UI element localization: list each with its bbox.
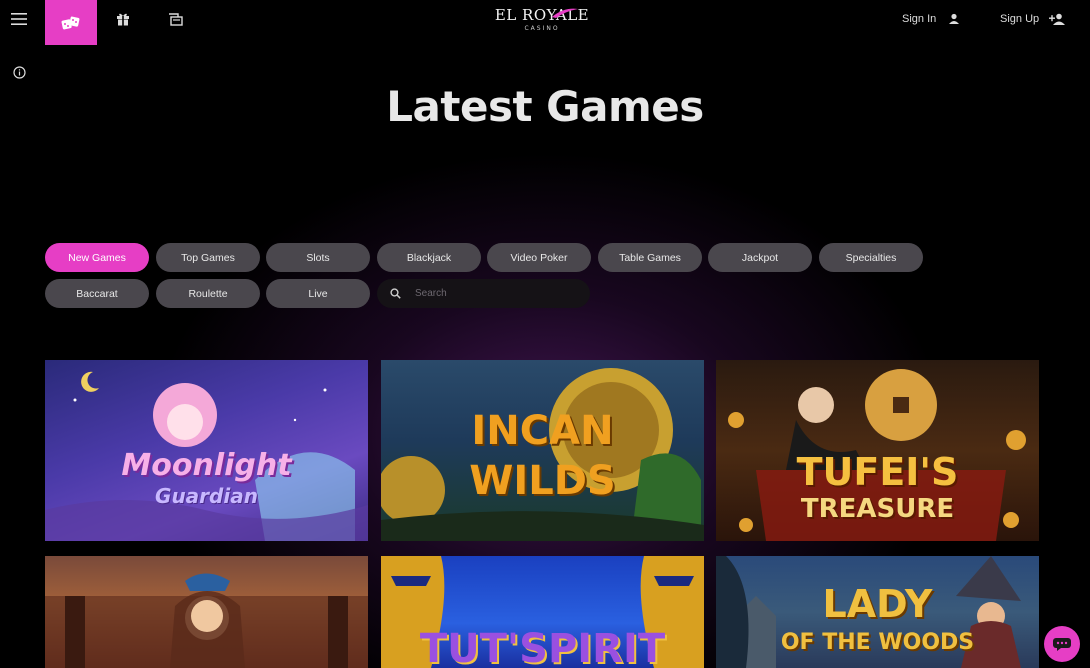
search-icon <box>390 288 401 299</box>
game-title: Moonlight <box>121 448 292 483</box>
user-icon <box>949 13 960 24</box>
game-title: TUFEI'S <box>796 450 959 494</box>
game-tile-adventurer[interactable] <box>45 556 368 668</box>
top-navigation-bar: EL ROYALE CASINO Sign In Sign Up <box>0 0 1090 45</box>
game-tile-tufeis-treasure[interactable]: TUFEI'S TREASURE <box>716 360 1039 541</box>
sign-up-label: Sign Up <box>1000 13 1040 25</box>
game-search <box>377 279 590 308</box>
game-art <box>45 573 368 668</box>
game-subtitle: OF THE WOODS <box>780 630 975 655</box>
games-button[interactable] <box>45 0 97 45</box>
promotions-gift-button[interactable] <box>108 4 138 34</box>
game-title: INCAN <box>471 408 614 454</box>
filter-live[interactable]: Live <box>266 279 370 308</box>
filter-new-games[interactable]: New Games <box>45 243 149 272</box>
game-subtitle: TREASURE <box>800 494 955 524</box>
search-input[interactable] <box>415 288 585 299</box>
promotions-button[interactable] <box>160 4 190 34</box>
page-title: Latest Games <box>386 82 704 131</box>
site-logo[interactable]: EL ROYALE CASINO <box>492 5 592 37</box>
gift-icon <box>117 13 129 26</box>
filter-video-poker[interactable]: Video Poker <box>487 243 591 272</box>
game-tile-lady-of-the-woods[interactable]: LADY OF THE WOODS <box>716 556 1039 668</box>
filter-specialties[interactable]: Specialties <box>819 243 923 272</box>
game-tile-incan-wilds[interactable]: INCAN WILDS <box>381 360 704 541</box>
game-tile-tut-spirit[interactable]: TUT'SPIRIT <box>381 556 704 668</box>
promotions-icon <box>168 12 183 26</box>
live-chat-button[interactable] <box>1044 626 1080 662</box>
filter-baccarat[interactable]: Baccarat <box>45 279 149 308</box>
sign-in-button[interactable]: Sign In <box>902 8 960 30</box>
sign-in-label: Sign In <box>902 13 937 25</box>
menu-icon <box>11 13 27 25</box>
game-tile-moonlight-guardian[interactable]: Moonlight Guardian <box>45 360 368 541</box>
chat-icon <box>1053 638 1071 651</box>
sign-up-button[interactable]: Sign Up <box>1000 8 1067 30</box>
dice-icon <box>61 16 80 29</box>
game-subtitle: WILDS <box>469 458 616 504</box>
info-button[interactable] <box>8 61 30 83</box>
game-title: LADY <box>822 582 933 626</box>
game-subtitle: Guardian <box>155 484 258 508</box>
filter-jackpot[interactable]: Jackpot <box>708 243 812 272</box>
menu-button[interactable] <box>0 0 38 38</box>
filter-top-games[interactable]: Top Games <box>156 243 260 272</box>
filter-blackjack[interactable]: Blackjack <box>377 243 481 272</box>
filter-roulette[interactable]: Roulette <box>156 279 260 308</box>
info-icon <box>12 65 26 79</box>
add-user-icon <box>1049 13 1066 25</box>
filter-table-games[interactable]: Table Games <box>598 243 702 272</box>
logo-subtext: CASINO <box>524 25 560 32</box>
game-title: TUT'SPIRIT <box>419 626 666 668</box>
logo-swoosh-icon <box>552 8 578 18</box>
filter-slots[interactable]: Slots <box>266 243 370 272</box>
